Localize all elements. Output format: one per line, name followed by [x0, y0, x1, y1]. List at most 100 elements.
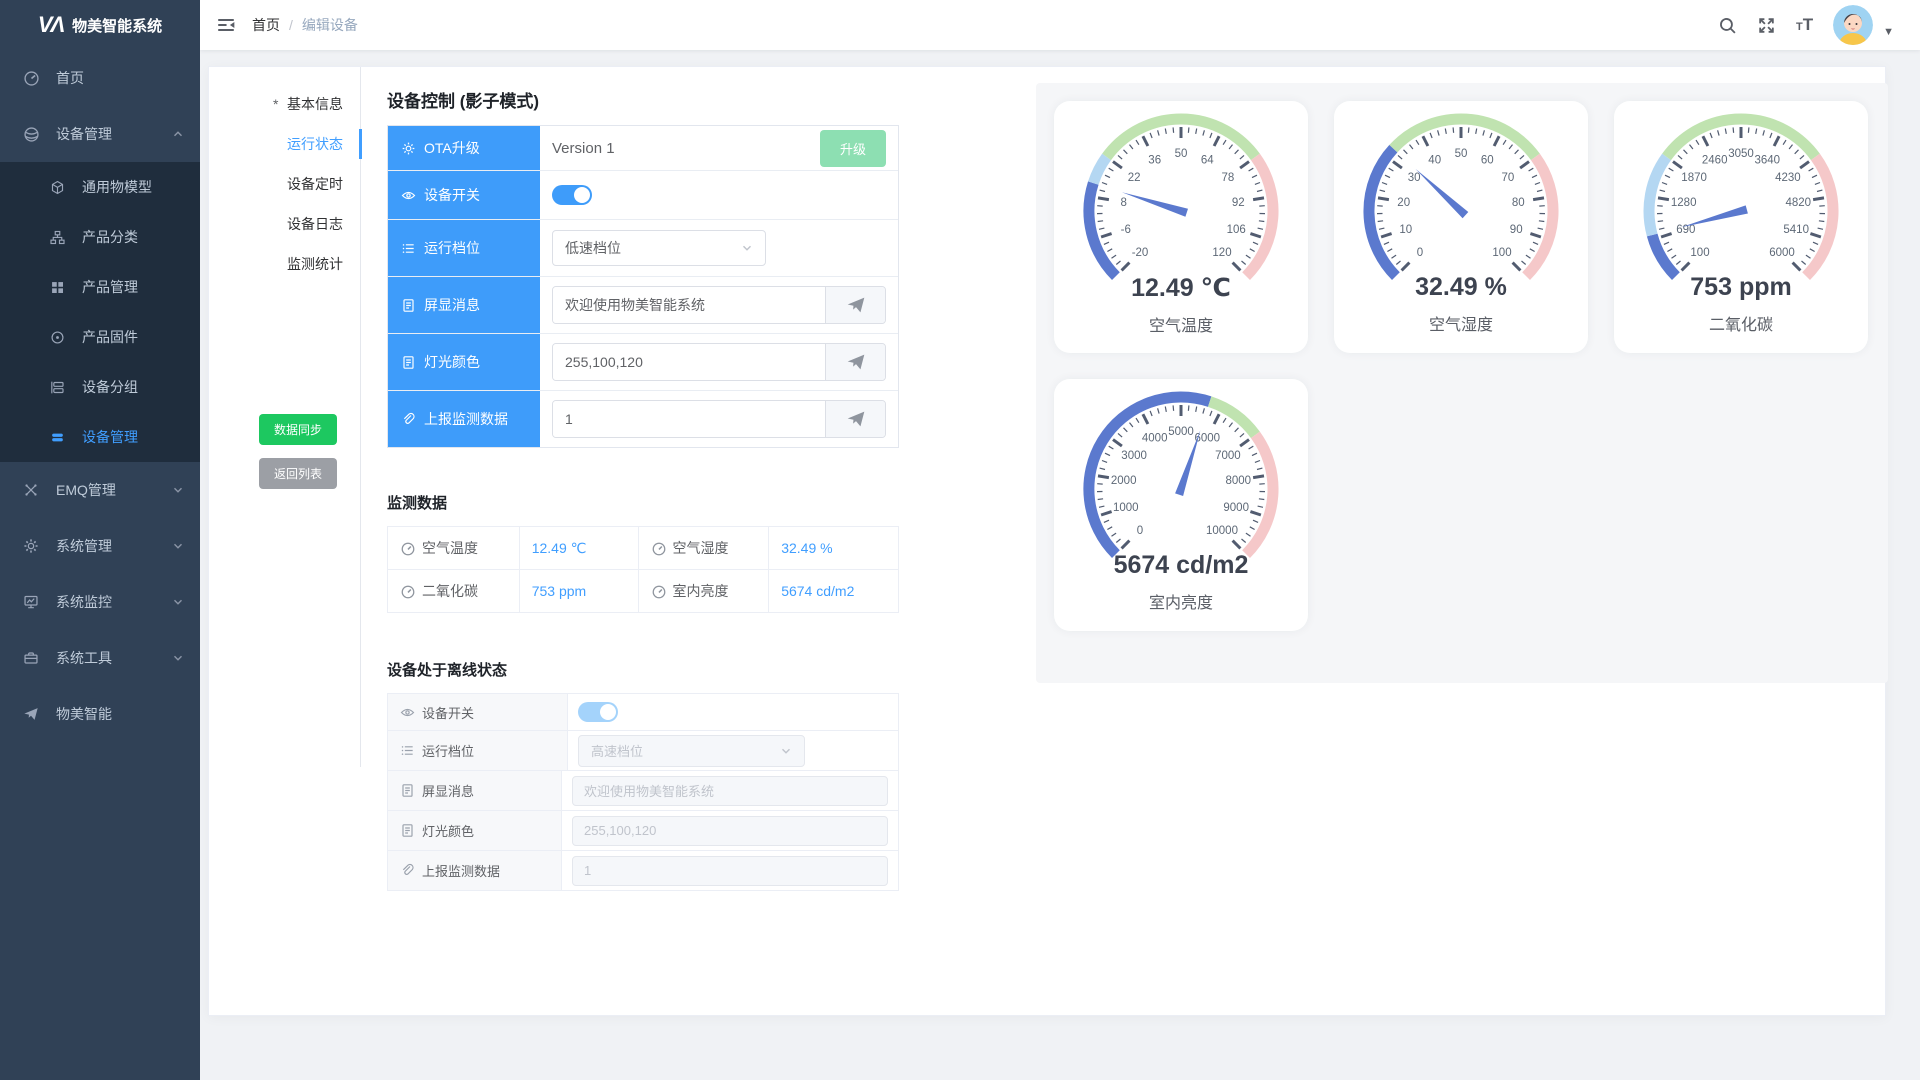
upgrade-button[interactable]: 升级	[820, 130, 886, 167]
breadcrumb-home[interactable]: 首页	[252, 15, 280, 35]
sidebar-item-device-management[interactable]: 设备管理	[0, 106, 200, 162]
tab-run-status[interactable]: 运行状态	[209, 124, 360, 164]
svg-text:50: 50	[1455, 148, 1468, 160]
offline-row-offline-light-color: 灯光颜色 255,100,120	[388, 811, 898, 851]
sidebar-item-home[interactable]: 首页	[0, 50, 200, 106]
monitor-value: 12.49 ℃	[519, 527, 638, 570]
offline-run-gear-select: 高速档位	[578, 735, 805, 767]
svg-text:78: 78	[1222, 172, 1235, 184]
offline-screen-message-input: 欢迎使用物美智能系统	[572, 776, 888, 806]
gauge-label: 二氧化碳	[1709, 311, 1773, 335]
svg-text:4820: 4820	[1786, 197, 1812, 209]
svg-text:64: 64	[1201, 154, 1214, 166]
tab-basic-info[interactable]: * 基本信息	[209, 84, 360, 124]
device-switch-toggle[interactable]	[552, 185, 592, 205]
control-row-ota-upgrade: OTA升级 Version 1 升级	[388, 126, 898, 171]
sidebar-item-product-category[interactable]: 产品分类	[0, 212, 200, 262]
gauge-dial: 0102030405060708090100	[1351, 109, 1571, 287]
control-title: 设备控制 (影子模式)	[387, 87, 961, 111]
svg-text:1280: 1280	[1671, 197, 1697, 209]
sidebar-item-label: 系统管理	[56, 536, 112, 556]
control-label-ota-upgrade: OTA升级	[388, 126, 540, 170]
svg-text:0: 0	[1417, 247, 1423, 259]
run-status-panel: 设备控制 (影子模式) OTA升级 Version 1 升级 设备开关 运行档位…	[361, 67, 961, 891]
control-label-run-gear: 运行档位	[388, 220, 540, 276]
devices-icon	[20, 126, 42, 143]
sidebar-item-device-group[interactable]: 设备分组	[0, 362, 200, 412]
monitor-row: 空气温度 12.49 ℃ 空气湿度 32.49 %	[388, 527, 899, 570]
control-row-report-data: 上报监测数据	[388, 391, 898, 447]
gauge-icon	[651, 541, 667, 557]
select-caret-icon	[741, 242, 753, 254]
fullscreen-icon[interactable]	[1757, 16, 1776, 35]
run-gear-select[interactable]: 低速档位	[552, 230, 766, 266]
avatar[interactable]	[1833, 5, 1873, 45]
monitor-value: 5674 cd/m2	[769, 570, 899, 613]
chevron-down-icon	[172, 540, 184, 552]
emq-icon	[20, 482, 42, 498]
sidebar-item-system-management[interactable]: 系统管理	[0, 518, 200, 574]
svg-text:20: 20	[1397, 197, 1410, 209]
cube-icon	[46, 180, 68, 195]
svg-text:30: 30	[1408, 172, 1421, 184]
svg-text:5410: 5410	[1783, 224, 1809, 236]
report-data-input[interactable]	[553, 401, 825, 437]
send-button[interactable]	[825, 287, 885, 323]
sidebar-item-common-thing-model[interactable]: 通用物模型	[0, 162, 200, 212]
control-row-run-gear: 运行档位 低速档位	[388, 220, 898, 277]
tab-device-timer[interactable]: 设备定时	[209, 164, 360, 204]
tab-monitor-stats[interactable]: 监测统计	[209, 244, 360, 284]
sidebar-item-product-firmware[interactable]: 产品固件	[0, 312, 200, 362]
sidebar-item-system-monitor[interactable]: 系统监控	[0, 574, 200, 630]
sidebar-item-system-tools[interactable]: 系统工具	[0, 630, 200, 686]
sidebar-item-wumei-smart[interactable]: 物美智能	[0, 686, 200, 742]
monitor-value: 32.49 %	[769, 527, 899, 570]
svg-text:1000: 1000	[1113, 502, 1139, 514]
subnav-buttons: 数据同步 返回列表	[259, 414, 337, 489]
sidebar-collapse-icon[interactable]	[216, 15, 236, 35]
search-icon[interactable]	[1718, 16, 1737, 35]
font-size-icon[interactable]: TT	[1796, 15, 1813, 35]
light-color-input[interactable]	[553, 344, 825, 380]
paper-plane-icon	[846, 295, 866, 315]
svg-text:80: 80	[1512, 197, 1525, 209]
sidebar-item-product-management[interactable]: 产品管理	[0, 262, 200, 312]
screen-message-field	[552, 286, 886, 324]
svg-text:106: 106	[1227, 224, 1246, 236]
offline-row-offline-run-gear: 运行档位 高速档位	[388, 731, 898, 771]
data-sync-button[interactable]: 数据同步	[259, 414, 337, 445]
sidebar-item-label: 产品管理	[82, 277, 138, 297]
sidebar-item-device-management-list[interactable]: 设备管理	[0, 412, 200, 462]
edit-device-card: * 基本信息 运行状态 设备定时 设备日志 监测统计 数据同步 返回列表 设备控…	[208, 66, 1886, 1016]
avatar-caret-icon[interactable]: ▼	[1883, 26, 1894, 38]
select-value: 低速档位	[565, 238, 621, 258]
sidebar-item-emq-management[interactable]: EMQ管理	[0, 462, 200, 518]
monitor-row: 二氧化碳 753 ppm 室内亮度 5674 cd/m2	[388, 570, 899, 613]
sidebar-item-label: 产品固件	[82, 327, 138, 347]
send-button[interactable]	[825, 401, 885, 437]
monitor-value: 753 ppm	[519, 570, 638, 613]
gauge-value: 753 ppm	[1690, 273, 1791, 302]
offline-title: 设备处于离线状态	[387, 659, 961, 679]
gauge-card-2: 1006901280187024603050364042304820541060…	[1614, 101, 1868, 353]
screen-message-input[interactable]	[553, 287, 825, 323]
gauge-grid: -20-68223650647892106120 12.49 ℃ 空气温度010…	[1054, 101, 1870, 631]
gauge-dial: 1006901280187024603050364042304820541060…	[1631, 109, 1851, 287]
svg-text:60: 60	[1481, 154, 1494, 166]
control-label-screen-message: 屏显消息	[388, 277, 540, 333]
breadcrumb: 首页 / 编辑设备	[252, 15, 358, 35]
monitor-label: 空气湿度	[638, 527, 769, 570]
send-button[interactable]	[825, 344, 885, 380]
offline-row-offline-report-data: 上报监测数据 1	[388, 851, 898, 890]
doc-icon	[400, 823, 415, 838]
svg-text:4000: 4000	[1142, 432, 1168, 444]
tab-label: 设备定时	[287, 176, 343, 192]
tab-label: 设备日志	[287, 216, 343, 232]
app-logo: VΛ 物美智能系统	[0, 0, 200, 50]
back-to-list-button[interactable]: 返回列表	[259, 458, 337, 489]
tab-label: 基本信息	[287, 96, 343, 112]
tab-device-log[interactable]: 设备日志	[209, 204, 360, 244]
breadcrumb-separator: /	[289, 17, 293, 33]
gauge-dial: -20-68223650647892106120	[1071, 109, 1291, 287]
svg-text:100: 100	[1492, 247, 1511, 259]
